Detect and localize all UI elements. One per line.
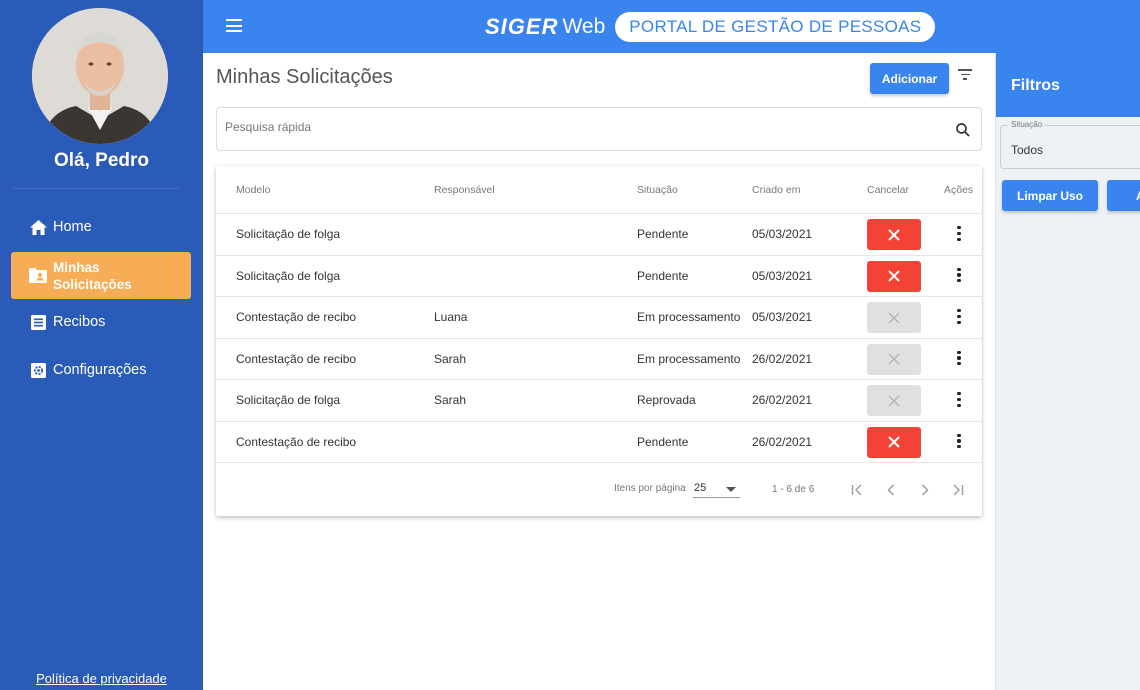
add-button[interactable]: Adicionar: [870, 63, 949, 94]
more-vert-icon[interactable]: [956, 392, 962, 408]
table-row[interactable]: Solicitação de folga Sarah Reprovada 26/…: [216, 380, 982, 422]
greeting: Olá, Pedro: [53, 150, 150, 171]
sidebar-item-label: Configurações: [53, 362, 147, 378]
cell-responsavel: Sarah: [434, 351, 467, 366]
portal-title: PORTAL DE GESTÃO DE PESSOAS: [615, 12, 936, 42]
last-page-icon[interactable]: [948, 480, 968, 500]
cancel-button[interactable]: [867, 260, 921, 292]
privacy-policy-link[interactable]: Política de privacidade: [0, 671, 203, 686]
cell-situacao: Reprovada: [637, 393, 696, 407]
more-vert-icon[interactable]: [956, 226, 962, 242]
sidebar-item-recibos[interactable]: Recibos: [11, 312, 191, 332]
filters-header: Filtros: [996, 53, 1140, 117]
column-header-situacao[interactable]: Situação: [637, 184, 678, 196]
more-vert-icon[interactable]: [956, 267, 962, 284]
cell-criado-em: 05/03/2021: [752, 268, 813, 283]
avatar[interactable]: [32, 8, 168, 144]
cell-modelo: Solicitação de folga: [236, 268, 341, 283]
sidebar-item-label: Recibos: [53, 314, 106, 330]
pagination-range: 1 - 6 de 6: [772, 484, 815, 495]
next-page-icon[interactable]: [915, 480, 935, 500]
sidebar-item-configuracoes[interactable]: Configurações: [11, 360, 191, 380]
cell-modelo: Solicitação de folga: [236, 227, 341, 241]
folder-user-icon: [29, 267, 47, 285]
cell-situacao: Pendente: [637, 227, 689, 241]
brand-logo: SIGER Web PORTAL DE GESTÃO DE PESSOAS: [485, 12, 936, 42]
cell-criado-em: 26/02/2021: [752, 393, 813, 407]
close-icon: [888, 270, 900, 282]
header: SIGER Web PORTAL DE GESTÃO DE PESSOAS: [203, 0, 1140, 53]
cancel-button[interactable]: [867, 426, 921, 458]
situacao-value: Todos: [1011, 143, 1044, 157]
close-icon: [888, 436, 900, 448]
cancel-button-disabled: [867, 385, 921, 416]
cell-situacao: Pendente: [637, 434, 689, 449]
table-row[interactable]: Solicitação de folga Pendente 05/03/2021: [216, 256, 982, 297]
first-page-icon[interactable]: [848, 480, 868, 500]
cell-situacao: Em processamento: [637, 351, 741, 366]
close-icon: [888, 395, 900, 406]
cancel-button[interactable]: [867, 219, 921, 250]
previous-page-icon[interactable]: [881, 480, 901, 500]
table-row[interactable]: Contestação de recibo Sarah Em processam…: [216, 339, 982, 380]
items-per-page-label: Itens por página: [614, 483, 686, 494]
sidebar-item-minhas-solicitacoes[interactable]: Minhas Solicitações: [11, 252, 191, 299]
cell-criado-em: 26/02/2021: [752, 434, 813, 449]
cell-modelo: Contestação de recibo: [236, 351, 357, 366]
cell-criado-em: 05/03/2021: [752, 310, 813, 324]
sidebar: Olá, Pedro Home Minhas Solicitações Reci…: [0, 0, 203, 690]
column-header-modelo[interactable]: Modelo: [236, 184, 270, 196]
cell-responsavel: Sarah: [434, 393, 467, 407]
items-per-page-value: 25: [694, 482, 707, 494]
menu-icon[interactable]: [226, 19, 242, 33]
close-icon: [888, 228, 900, 241]
sidebar-divider: [12, 188, 180, 189]
more-vert-icon[interactable]: [956, 433, 962, 450]
cell-criado-em: 26/02/2021: [752, 351, 813, 366]
cell-modelo: Contestação de recibo: [236, 434, 357, 449]
sidebar-item-label: Minhas Solicitações: [53, 259, 132, 292]
cancel-button-disabled: [867, 343, 921, 375]
sidebar-item-home[interactable]: Home: [11, 217, 191, 237]
table-row[interactable]: Solicitação de folga Pendente 05/03/2021: [216, 214, 982, 256]
settings-icon: [29, 361, 47, 379]
brand-suffix: Web: [562, 15, 606, 38]
table-row[interactable]: Contestação de recibo Luana Em processam…: [216, 297, 982, 339]
clear-filters-button[interactable]: Limpar Uso: [1002, 180, 1098, 211]
cell-situacao: Em processamento: [637, 310, 741, 324]
situacao-label: Situação: [1008, 120, 1046, 129]
cell-modelo: Solicitação de folga: [236, 393, 341, 407]
items-per-page-select[interactable]: 25: [693, 480, 740, 498]
cell-criado-em: 05/03/2021: [752, 227, 813, 241]
filter-list-icon[interactable]: [958, 69, 972, 81]
cell-modelo: Contestação de recibo: [236, 310, 357, 324]
close-icon: [888, 353, 900, 365]
column-header-responsavel[interactable]: Responsável: [434, 184, 495, 196]
brand-name: SIGER: [485, 14, 559, 39]
sidebar-item-label: Home: [53, 219, 92, 235]
filters-panel: Filtros Situação Todos Limpar Uso A: [995, 53, 1140, 690]
situacao-select[interactable]: Situação Todos: [1000, 120, 1140, 169]
dropdown-arrow-icon: [726, 487, 736, 492]
more-vert-icon[interactable]: [956, 350, 962, 367]
search-input[interactable]: [225, 120, 925, 134]
filters-title: Filtros: [1011, 77, 1060, 94]
cell-responsavel: Luana: [434, 310, 468, 324]
cell-situacao: Pendente: [637, 268, 689, 283]
column-header-acoes: Ações: [944, 184, 974, 196]
more-vert-icon[interactable]: [956, 309, 962, 325]
close-icon: [888, 312, 900, 323]
apply-filters-button[interactable]: A: [1107, 180, 1140, 211]
search-field: [216, 107, 982, 151]
column-header-cancelar: Cancelar: [867, 184, 910, 196]
table-row[interactable]: Contestação de recibo Pendente 26/02/202…: [216, 422, 982, 463]
cancel-button-disabled: [867, 302, 921, 333]
search-icon[interactable]: [955, 122, 971, 138]
table-header: Modelo Responsável Situação Criado em Ca…: [216, 166, 982, 214]
home-icon: [29, 218, 47, 236]
page-title: Minhas Solicitações: [216, 66, 393, 88]
column-header-criado-em[interactable]: Criado em: [752, 184, 800, 196]
requests-table: Modelo Responsável Situação Criado em Ca…: [216, 166, 982, 516]
receipt-icon: [29, 313, 47, 331]
